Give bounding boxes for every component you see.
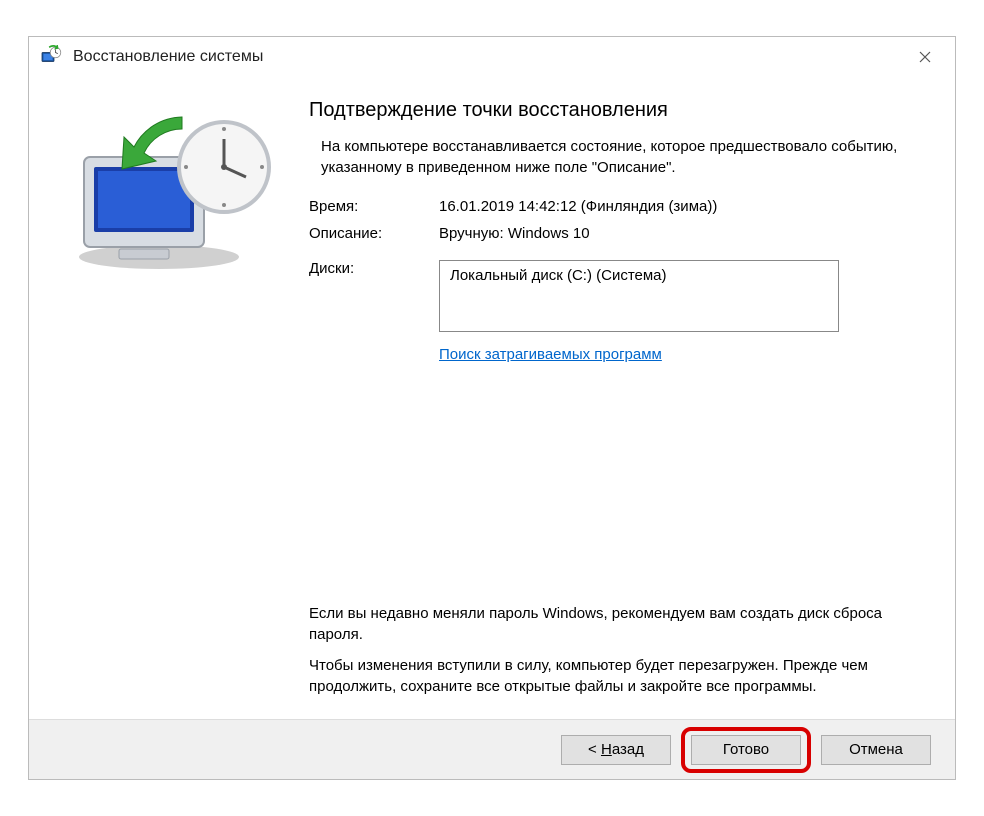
- time-value: 16.01.2019 14:42:12 (Финляндия (зима)): [439, 198, 915, 215]
- system-restore-icon: [37, 43, 65, 71]
- titlebar: Восстановление системы: [29, 37, 955, 77]
- cancel-button[interactable]: Отмена: [821, 735, 931, 765]
- wizard-window: Восстановление системы: [28, 36, 956, 780]
- window-title: Восстановление системы: [73, 48, 263, 66]
- disks-label: Диски:: [309, 260, 439, 332]
- finish-button[interactable]: Готово: [691, 735, 801, 765]
- close-icon: [919, 47, 931, 68]
- description-label: Описание:: [309, 225, 439, 242]
- scan-affected-programs-link[interactable]: Поиск затрагиваемых программ: [439, 346, 662, 363]
- page-intro: На компьютере восстанавливается состояни…: [309, 136, 915, 178]
- footer-note-password: Если вы недавно меняли пароль Windows, р…: [309, 603, 915, 645]
- wizard-graphic-panel: [29, 77, 309, 719]
- system-restore-graphic: [64, 107, 284, 277]
- finish-button-highlight: Готово: [681, 727, 811, 773]
- back-button[interactable]: < Назад: [561, 735, 671, 765]
- close-button[interactable]: [903, 41, 947, 73]
- disk-item: Локальный диск (C:) (Система): [450, 267, 828, 284]
- wizard-content: Подтверждение точки восстановления На ко…: [309, 77, 955, 719]
- description-value: Вручную: Windows 10: [439, 225, 915, 242]
- scan-link-row: Поиск затрагиваемых программ: [439, 346, 915, 363]
- spacer: [309, 363, 915, 603]
- footer-note-restart: Чтобы изменения вступили в силу, компьют…: [309, 655, 915, 697]
- wizard-body: Подтверждение точки восстановления На ко…: [29, 77, 955, 719]
- page-title: Подтверждение точки восстановления: [309, 99, 915, 122]
- disks-row: Диски: Локальный диск (C:) (Система): [309, 260, 915, 332]
- description-row: Описание: Вручную: Windows 10: [309, 225, 915, 242]
- time-label: Время:: [309, 198, 439, 215]
- wizard-button-bar: < Назад Готово Отмена: [29, 719, 955, 779]
- time-row: Время: 16.01.2019 14:42:12 (Финляндия (з…: [309, 198, 915, 215]
- disks-listbox[interactable]: Локальный диск (C:) (Система): [439, 260, 839, 332]
